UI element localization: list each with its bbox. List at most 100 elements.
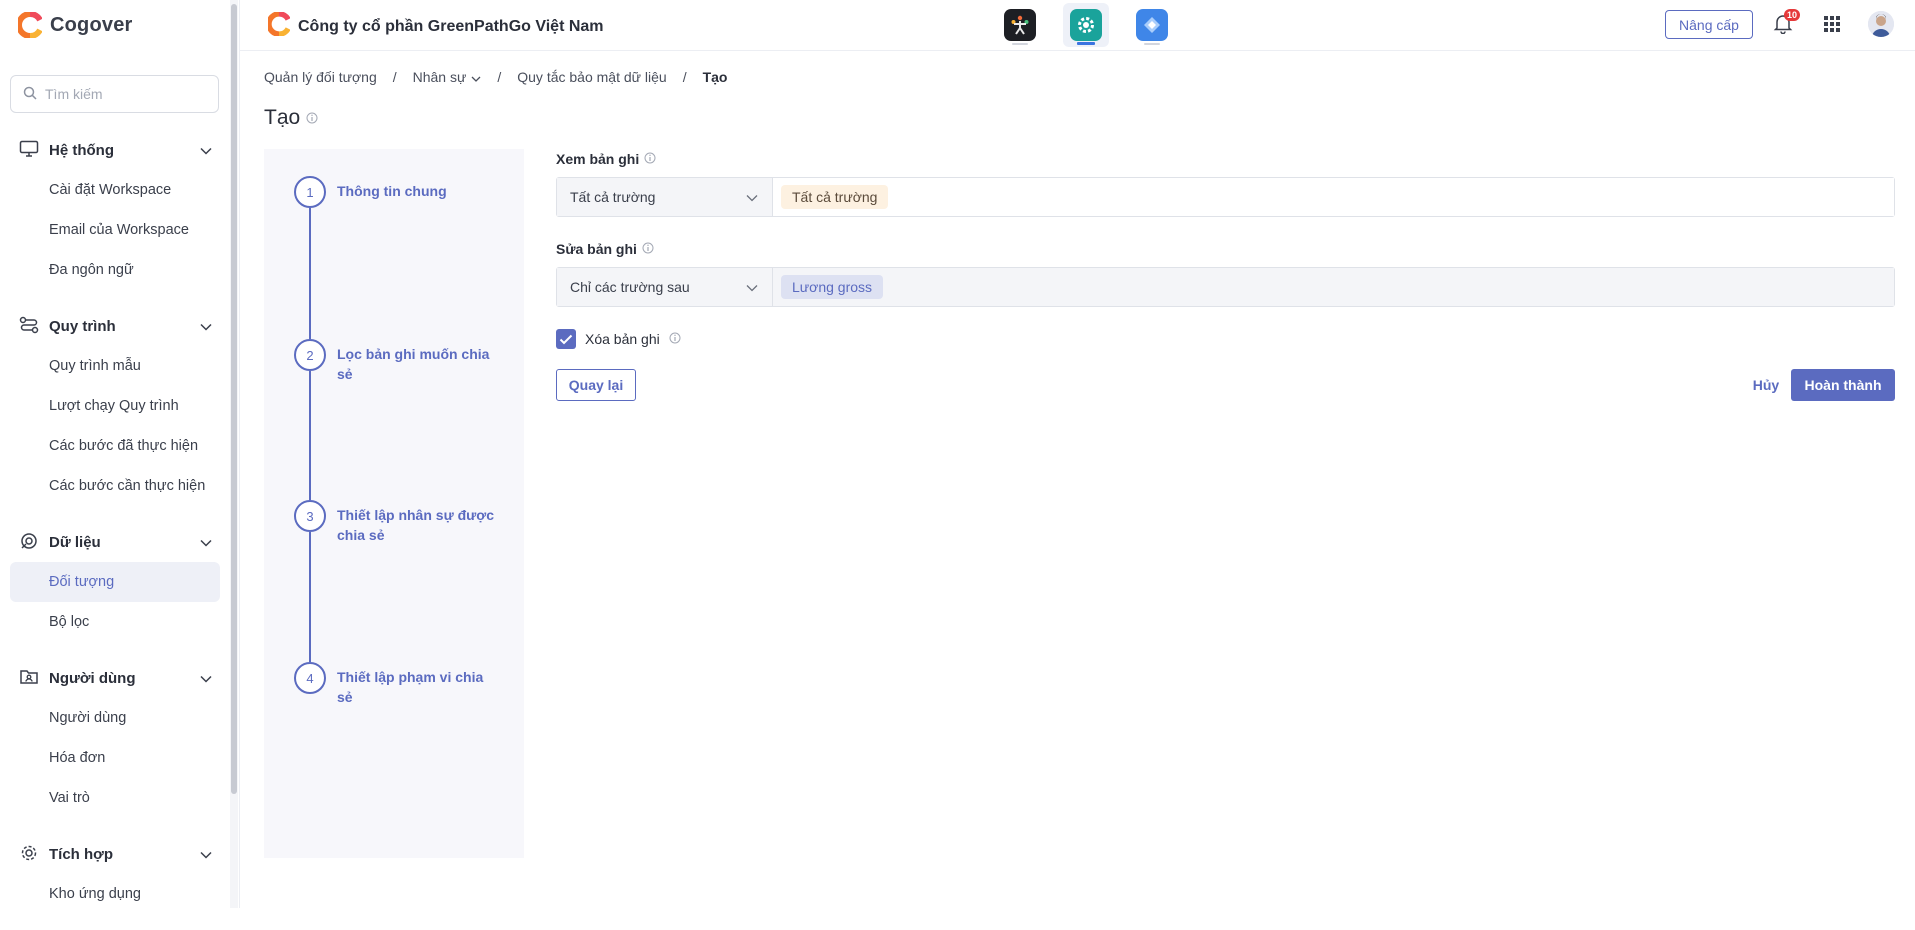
breadcrumb-current: Tạo	[702, 69, 728, 85]
info-icon[interactable]	[669, 331, 681, 347]
field-tag: Lương gross	[781, 275, 884, 299]
chevron-down-icon	[200, 142, 212, 158]
share-scope-form: Xem bản ghi Tất cả trường Tất cả trường …	[556, 149, 1896, 401]
step-label: Thông tin chung	[337, 183, 447, 199]
apps-grid-icon[interactable]	[1823, 15, 1841, 33]
chevron-down-icon	[746, 279, 758, 295]
cogover-logo-icon	[16, 11, 43, 39]
sidebar-item-filters[interactable]: Bộ lọc	[10, 602, 220, 642]
nav-group-du-lieu: Dữ liệu Đối tượng Bộ lọc	[0, 522, 230, 642]
nav-group-label: Người dùng	[49, 669, 136, 687]
edit-records-tags[interactable]: Lương gross	[773, 268, 1894, 306]
people-app-button[interactable]	[997, 3, 1043, 47]
delete-records-checkbox[interactable]	[556, 329, 576, 349]
nav-group-label: Hệ thống	[49, 141, 114, 159]
breadcrumb-hr-label: Nhân sự	[412, 69, 467, 85]
scrollbar-thumb[interactable]	[231, 4, 237, 794]
chevron-down-icon	[471, 69, 481, 85]
step-share-scope[interactable]: 4 Thiết lập phạm vi chia sẻ	[294, 662, 497, 707]
app-switcher	[997, 3, 1175, 47]
sidebar-item-invoices[interactable]: Hóa đơn	[10, 738, 220, 778]
diamond-app-button[interactable]	[1129, 3, 1175, 47]
sidebar-item-users[interactable]: Người dùng	[10, 698, 220, 738]
edit-records-select[interactable]: Chỉ các trường sau	[557, 268, 773, 306]
step-number: 3	[294, 500, 326, 532]
nav-group-header[interactable]: Hệ thống	[0, 130, 230, 170]
view-records-label-text: Xem bản ghi	[556, 151, 640, 167]
app-name: Cogover	[50, 13, 133, 36]
breadcrumb-security-rules[interactable]: Quy tắc bảo mật dữ liệu	[517, 69, 666, 85]
step-shared-users[interactable]: 3 Thiết lập nhân sự được chia sẻ	[294, 500, 497, 545]
chevron-down-icon	[200, 534, 212, 550]
sidebar-search[interactable]	[10, 75, 219, 113]
sidebar-item-workspace-email[interactable]: Email của Workspace	[10, 210, 220, 250]
sidebar-item-objects[interactable]: Đối tượng	[10, 562, 220, 602]
step-number: 1	[294, 176, 326, 208]
diamond-app-icon	[1136, 9, 1168, 41]
nav-group-header[interactable]: Quy trình	[0, 306, 230, 346]
field-tag: Tất cả trường	[781, 185, 889, 209]
nav-group-quy-trinh: Quy trình Quy trình mẫu Lượt chạy Quy tr…	[0, 306, 230, 506]
cancel-button[interactable]: Hủy	[1736, 369, 1796, 401]
back-button[interactable]: Quay lại	[556, 369, 636, 401]
nav-group-header[interactable]: Dữ liệu	[0, 522, 230, 562]
view-records-tags[interactable]: Tất cả trường	[773, 178, 1894, 216]
nav-group-header[interactable]: Tích hợp	[0, 834, 230, 874]
user-avatar[interactable]	[1868, 11, 1894, 37]
nav-group-nguoi-dung: Người dùng Người dùng Hóa đơn Vai trò	[0, 658, 230, 818]
sidebar-nav: Hệ thống Cài đặt Workspace Email của Wor…	[0, 130, 230, 930]
info-icon[interactable]	[642, 241, 654, 257]
step-filter-records[interactable]: 2 Lọc bản ghi muốn chia sẻ	[294, 339, 497, 384]
step-general-info[interactable]: 1 Thông tin chung	[294, 176, 497, 208]
sidebar-item-template-workflows[interactable]: Quy trình mẫu	[10, 346, 220, 386]
view-records-label: Xem bản ghi	[556, 149, 1896, 169]
nav-group-header[interactable]: Người dùng	[0, 658, 230, 698]
view-records-select[interactable]: Tất cả trường	[557, 178, 773, 216]
upgrade-button[interactable]: Nâng cấp	[1665, 10, 1753, 39]
info-icon[interactable]	[644, 151, 656, 167]
sidebar-item-workspace-settings[interactable]: Cài đặt Workspace	[10, 170, 220, 210]
app-indicator	[1144, 43, 1160, 45]
nav-group-label: Quy trình	[49, 317, 116, 335]
edit-records-label: Sửa bản ghi	[556, 239, 1896, 259]
steps-panel: 1 Thông tin chung 2 Lọc bản ghi muốn chi…	[264, 149, 524, 858]
step-connector	[309, 532, 311, 662]
sidebar-scrollbar[interactable]	[230, 0, 238, 908]
notifications-button[interactable]: 10	[1772, 9, 1801, 36]
sidebar-item-roles[interactable]: Vai trò	[10, 778, 220, 818]
page-title-text: Tạo	[264, 106, 301, 129]
step-label: Thiết lập nhân sự được chia sẻ	[337, 507, 495, 543]
settings-app-icon	[1070, 9, 1102, 41]
sidebar-item-multilanguage[interactable]: Đa ngôn ngữ	[10, 250, 220, 290]
chevron-down-icon	[746, 189, 758, 205]
info-icon[interactable]	[306, 106, 318, 130]
finish-button[interactable]: Hoàn thành	[1791, 369, 1895, 401]
settings-app-button[interactable]	[1063, 3, 1109, 47]
company-switcher[interactable]: Công ty cổ phần GreenPathGo Việt Nam	[266, 11, 604, 41]
nav-group-label: Tích hợp	[49, 845, 113, 863]
nav-group-he-thong: Hệ thống Cài đặt Workspace Email của Wor…	[0, 130, 230, 290]
breadcrumb-object-management[interactable]: Quản lý đối tượng	[264, 69, 377, 85]
workflow-icon	[19, 316, 39, 337]
sidebar-item-app-store[interactable]: Kho ứng dụng	[10, 874, 220, 914]
sidebar-item-completed-steps[interactable]: Các bước đã thực hiện	[10, 426, 220, 466]
people-app-icon	[1004, 9, 1036, 41]
search-icon	[23, 86, 37, 103]
breadcrumb-hr[interactable]: Nhân sự	[413, 69, 482, 85]
sidebar-item-pending-steps[interactable]: Các bước cần thực hiện	[10, 466, 220, 506]
step-number: 2	[294, 339, 326, 371]
notification-badge: 10	[1784, 9, 1801, 21]
app-logo[interactable]: Cogover	[16, 11, 133, 39]
breadcrumb-separator: /	[497, 69, 502, 85]
search-input[interactable]	[45, 86, 205, 102]
monitor-icon	[19, 140, 39, 161]
delete-records-label: Xóa bản ghi	[585, 331, 660, 347]
company-name: Công ty cổ phần GreenPathGo Việt Nam	[298, 17, 604, 35]
chevron-down-icon	[200, 846, 212, 862]
sidebar-item-workflow-runs[interactable]: Lượt chạy Quy trình	[10, 386, 220, 426]
integration-gear-icon	[19, 844, 39, 865]
step-connector	[309, 208, 311, 339]
chevron-down-icon	[200, 670, 212, 686]
delete-records-row: Xóa bản ghi	[556, 329, 1896, 349]
edit-records-label-text: Sửa bản ghi	[556, 241, 637, 257]
